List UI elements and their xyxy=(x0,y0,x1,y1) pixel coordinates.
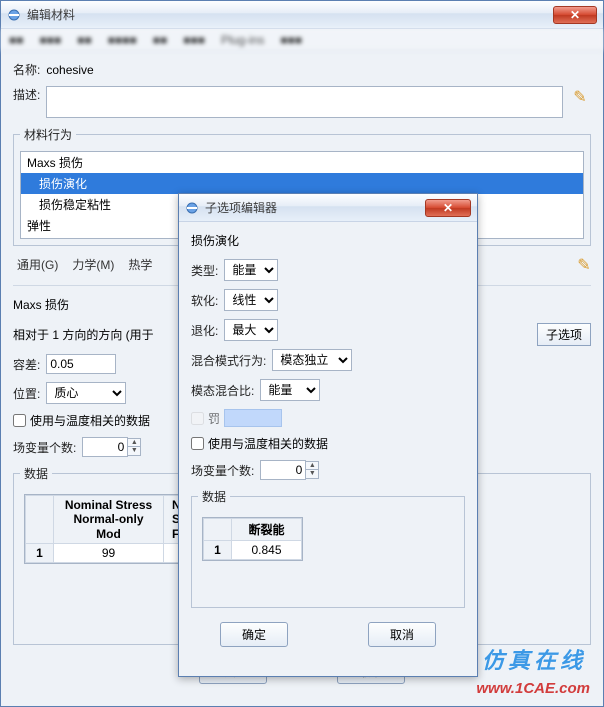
table-corner xyxy=(204,519,232,541)
sub-temp-dep-checkbox[interactable] xyxy=(191,437,204,450)
table-corner xyxy=(26,496,54,544)
temp-dependent-checkbox[interactable] xyxy=(13,414,26,427)
tab-thermal[interactable]: 热学 xyxy=(124,254,156,275)
soften-select[interactable]: 线性 xyxy=(224,289,278,311)
degrade-select[interactable]: 最大 xyxy=(224,319,278,341)
position-select[interactable]: 质心 xyxy=(46,382,126,404)
temp-dependent-label: 使用与温度相关的数据 xyxy=(30,412,150,429)
fieldvars-label: 场变量个数: xyxy=(13,439,76,456)
main-window-title: 编辑材料 xyxy=(27,6,550,23)
main-menubar: ■■■■■■■■■■■■■■■■Plug-ins■■■ xyxy=(1,29,603,51)
close-icon: ✕ xyxy=(570,8,580,22)
description-input[interactable] xyxy=(46,86,563,118)
main-titlebar: 编辑材料 ✕ xyxy=(1,1,603,29)
sub-ok-button[interactable]: 确定 xyxy=(220,622,288,647)
table-row[interactable]: 1 0.845 xyxy=(204,541,302,560)
app-icon xyxy=(7,8,21,22)
main-close-button[interactable]: ✕ xyxy=(553,6,597,24)
sub-window-title: 子选项编辑器 xyxy=(205,199,422,216)
list-item[interactable]: 损伤演化 xyxy=(21,173,583,194)
table-row[interactable]: 1 99 xyxy=(26,544,204,563)
tolerance-label: 容差: xyxy=(13,356,40,373)
tab-mechanical[interactable]: 力学(M) xyxy=(68,254,118,275)
spinner-up-icon[interactable]: ▲ xyxy=(305,461,319,470)
suboptions-button[interactable]: 子选项 xyxy=(537,323,591,346)
name-value: cohesive xyxy=(46,63,93,77)
sub-fieldvars-input[interactable] xyxy=(260,460,306,480)
sub-data-table[interactable]: 断裂能 1 0.845 xyxy=(202,517,303,561)
name-label: 名称: xyxy=(13,61,40,78)
sub-titlebar: 子选项编辑器 ✕ xyxy=(179,194,477,222)
table-col1-header: Nominal Stress Normal-only Mod xyxy=(54,496,164,544)
list-item[interactable]: Maxs 损伤 xyxy=(21,152,583,173)
degrade-label: 退化: xyxy=(191,322,218,339)
close-icon: ✕ xyxy=(443,201,453,215)
type-label: 类型: xyxy=(191,262,218,279)
penalty-checkbox xyxy=(191,412,204,425)
mixmode-select[interactable]: 模态独立 xyxy=(272,349,352,371)
type-select[interactable]: 能量 xyxy=(224,259,278,281)
sub-cancel-button[interactable]: 取消 xyxy=(368,622,436,647)
sub-col1-header: 断裂能 xyxy=(232,519,302,541)
edit-description-button[interactable]: ✎ xyxy=(569,86,591,108)
sub-col1-cell[interactable]: 0.845 xyxy=(232,541,302,560)
penalty-label: 罚 xyxy=(208,410,220,427)
suboption-editor-window: 子选项编辑器 ✕ 损伤演化 类型: 能量 软化: 线性 退化: 最大 混合模式行… xyxy=(178,193,478,677)
sub-button-row: 确定 取消 xyxy=(191,622,465,647)
sub-client-area: 损伤演化 类型: 能量 软化: 线性 退化: 最大 混合模式行为: 模态独立 模… xyxy=(179,222,477,657)
row-index: 1 xyxy=(204,541,232,560)
sub-data-group: 数据 断裂能 1 0.845 xyxy=(191,488,465,608)
edit-behavior-button[interactable]: ✎ xyxy=(573,254,595,276)
desc-label: 描述: xyxy=(13,86,40,103)
sub-close-button[interactable]: ✕ xyxy=(425,199,471,217)
sub-fieldvars-label: 场变量个数: xyxy=(191,462,254,479)
soften-label: 软化: xyxy=(191,292,218,309)
mixratio-label: 模态混合比: xyxy=(191,382,254,399)
spinner-down-icon[interactable]: ▼ xyxy=(127,447,141,456)
tolerance-input[interactable] xyxy=(46,354,116,374)
tab-general[interactable]: 通用(G) xyxy=(13,254,62,275)
spinner-up-icon[interactable]: ▲ xyxy=(127,438,141,447)
material-behavior-legend: 材料行为 xyxy=(20,126,76,143)
spinner-down-icon[interactable]: ▼ xyxy=(305,470,319,479)
watermark-text: 仿真在线 xyxy=(482,643,586,675)
fieldvars-spinner[interactable]: ▲ ▼ xyxy=(82,437,141,457)
col1-cell[interactable]: 99 xyxy=(54,544,164,563)
position-label: 位置: xyxy=(13,385,40,402)
pencil-icon: ✎ xyxy=(573,87,586,107)
main-data-legend: 数据 xyxy=(20,465,52,482)
highlighted-field xyxy=(224,409,282,427)
mixratio-select[interactable]: 能量 xyxy=(260,379,320,401)
sub-data-legend: 数据 xyxy=(198,488,230,505)
pencil-icon: ✎ xyxy=(577,255,590,275)
mixmode-label: 混合模式行为: xyxy=(191,352,266,369)
sub-fieldvars-spinner[interactable]: ▲ ▼ xyxy=(260,460,319,480)
watermark-url: www.1CAE.com xyxy=(476,680,590,697)
fieldvars-input[interactable] xyxy=(82,437,128,457)
row-index: 1 xyxy=(26,544,54,563)
damage-evolution-heading: 损伤演化 xyxy=(191,232,465,249)
direction-label: 相对于 1 方向的方向 (用于 xyxy=(13,326,154,343)
sub-temp-dep-label: 使用与温度相关的数据 xyxy=(208,435,328,452)
app-icon xyxy=(185,201,199,215)
